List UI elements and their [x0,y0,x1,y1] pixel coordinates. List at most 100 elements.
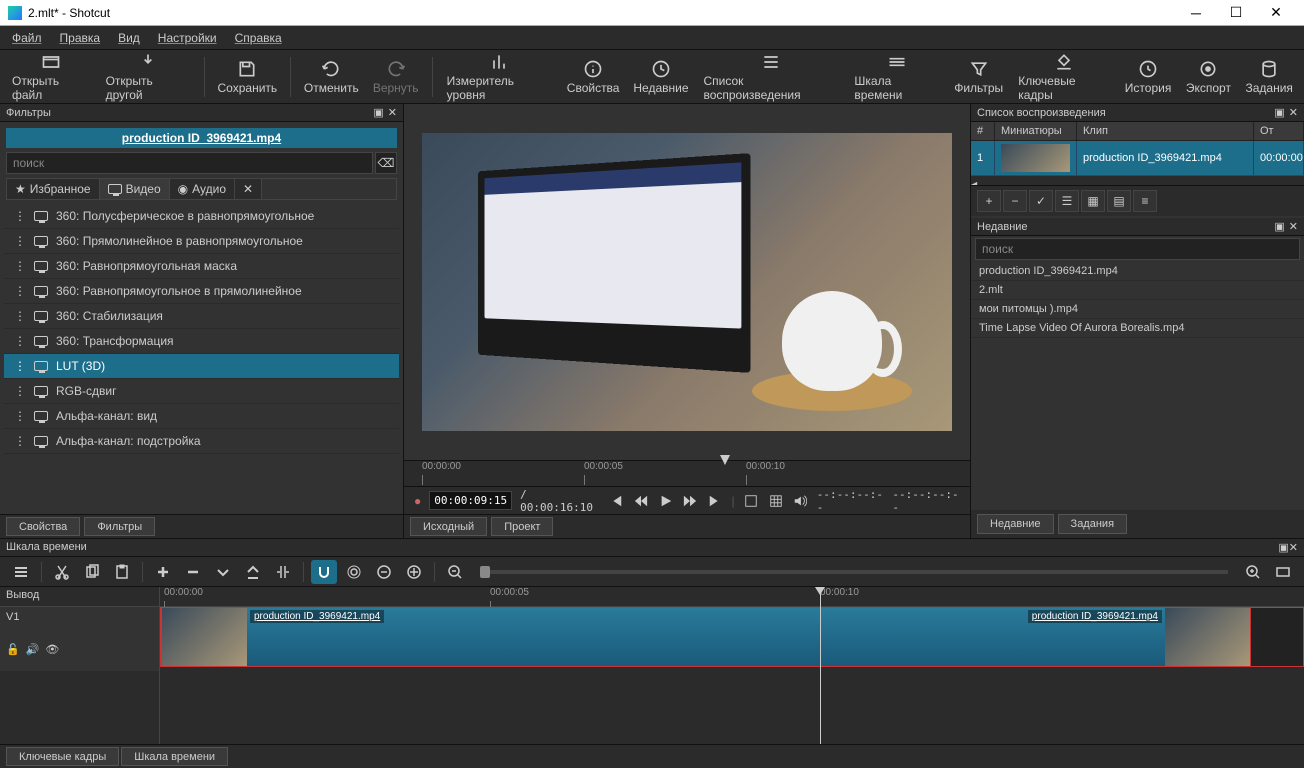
properties-tab[interactable]: Свойства [6,517,80,536]
rewind-button[interactable] [633,492,650,510]
filters-button[interactable]: Фильтры [949,57,1008,97]
open-file-button[interactable]: Открыть файл [6,50,96,104]
peak-meter-button[interactable]: Измеритель уровня [441,50,558,104]
audio-tab[interactable]: ◉ Аудио [170,179,235,199]
timeline-playhead[interactable] [820,587,821,744]
menu-file[interactable]: Файл [4,28,50,48]
recent-item[interactable]: 2.mlt [971,281,1304,300]
cut-button[interactable] [49,560,75,584]
zoom-out-button[interactable] [442,560,468,584]
mute-icon[interactable]: 🔊 [26,643,40,656]
window-minimize-button[interactable]: ─ [1176,2,1216,24]
overwrite-button[interactable] [240,560,266,584]
filter-item[interactable]: ⋮360: Трансформация [4,329,399,354]
playlist-view-icons-button[interactable]: ▤ [1107,190,1131,212]
playlist-button[interactable]: Список воспроизведения [697,50,844,104]
filter-item[interactable]: ⋮360: Равнопрямоугольная маска [4,254,399,279]
video-tab[interactable]: Видео [100,179,170,199]
panel-close-icon[interactable]: ✕ [1289,106,1298,119]
timeline-ruler[interactable]: 00:00:00 00:00:05 00:00:10 [160,587,1304,607]
filter-item[interactable]: ⋮360: Прямолинейное в равнопрямоугольное [4,229,399,254]
menu-edit[interactable]: Правка [52,28,109,48]
playlist-remove-button[interactable]: − [1003,190,1027,212]
zoom-button[interactable] [743,492,760,510]
filter-item[interactable]: ⋮Альфа-канал: вид [4,404,399,429]
zoom-slider[interactable] [480,570,1228,574]
volume-button[interactable] [792,492,809,510]
panel-close-icon[interactable]: ✕ [388,106,397,119]
window-maximize-button[interactable]: ☐ [1216,2,1256,24]
source-tab[interactable]: Исходный [410,517,487,536]
lift-button[interactable] [210,560,236,584]
filter-item[interactable]: ⋮Альфа-канал: подстройка [4,429,399,454]
filter-item[interactable]: ⋮360: Полусферическое в равнопрямоугольн… [4,204,399,229]
recent-search-input[interactable] [975,238,1300,260]
output-label[interactable]: Вывод [0,587,159,607]
redo-button[interactable]: Вернуть [368,57,424,97]
playlist-add-button[interactable]: + [977,190,1001,212]
filter-item[interactable]: ⋮360: Стабилизация [4,304,399,329]
close-filter-search-button[interactable]: ✕ [235,179,262,199]
playlist-view-details-button[interactable]: ☰ [1055,190,1079,212]
filter-item[interactable]: ⋮360: Равнопрямоугольное в прямолинейное [4,279,399,304]
filter-search-input[interactable] [6,152,373,174]
paste-button[interactable] [109,560,135,584]
video-preview[interactable] [422,133,952,431]
playlist-menu-button[interactable]: ≡ [1133,190,1157,212]
undo-button[interactable]: Отменить [299,57,364,97]
panel-undock-icon[interactable]: ▣ [1274,220,1284,233]
menu-view[interactable]: Вид [110,28,148,48]
export-button[interactable]: Экспорт [1180,57,1236,97]
save-button[interactable]: Сохранить [213,57,282,97]
timeline-button[interactable]: Шкала времени [848,50,945,104]
filter-item-selected[interactable]: ⋮LUT (3D) [4,354,399,379]
keyframes-button[interactable]: Ключевые кадры [1012,50,1115,104]
ripple-all-button[interactable] [401,560,427,584]
jobs-button[interactable]: Задания [1240,57,1298,97]
favorite-tab[interactable]: ★ Избранное [7,179,100,199]
copy-button[interactable] [79,560,105,584]
hide-icon[interactable]: 👁 [45,643,59,656]
panel-undock-icon[interactable]: ▣ [1278,542,1288,554]
zoom-in-button[interactable] [1240,560,1266,584]
panel-undock-icon[interactable]: ▣ [373,106,383,119]
menu-help[interactable]: Справка [227,28,290,48]
panel-undock-icon[interactable]: ▣ [1274,106,1284,119]
window-close-button[interactable]: ✕ [1256,2,1296,24]
playhead-icon[interactable] [720,455,730,465]
recent-item[interactable]: мои питомцы ).mp4 [971,300,1304,319]
properties-button[interactable]: Свойства [562,57,625,97]
history-button[interactable]: История [1120,57,1177,97]
snap-button[interactable] [311,560,337,584]
jobs-tab[interactable]: Задания [1058,514,1127,534]
track-header[interactable]: V1 🔓 🔊 👁 [0,607,159,671]
current-timecode[interactable]: 00:00:09:15 [429,491,512,510]
playlist-view-tiles-button[interactable]: ▦ [1081,190,1105,212]
panel-close-icon[interactable]: ✕ [1289,542,1298,554]
remove-button[interactable] [180,560,206,584]
grid-button[interactable] [767,492,784,510]
panel-close-icon[interactable]: ✕ [1289,220,1298,233]
split-button[interactable] [270,560,296,584]
timeline-tab[interactable]: Шкала времени [121,747,228,766]
project-tab[interactable]: Проект [491,517,553,536]
scrub-button[interactable] [341,560,367,584]
fastfwd-button[interactable] [682,492,699,510]
append-button[interactable] [150,560,176,584]
menu-settings[interactable]: Настройки [150,28,225,48]
recent-item[interactable]: production ID_3969421.mp4 [971,262,1304,281]
preview-ruler[interactable]: 00:00:00 00:00:05 00:00:10 [404,460,970,486]
ripple-button[interactable] [371,560,397,584]
play-button[interactable] [657,492,674,510]
playlist-row[interactable]: 1 production ID_3969421.mp4 00:00:00 [971,141,1304,175]
skip-end-button[interactable] [707,492,724,510]
timeline-menu-button[interactable] [8,560,34,584]
timeline-clip[interactable]: production ID_3969421.mp4 production ID_… [161,607,1251,667]
open-other-button[interactable]: Открыть другой [100,50,196,104]
filters-tab[interactable]: Фильтры [84,517,155,536]
filter-list[interactable]: ⋮360: Полусферическое в равнопрямоугольн… [4,204,399,514]
zoom-fit-button[interactable] [1270,560,1296,584]
lock-icon[interactable]: 🔓 [6,643,20,656]
recent-item[interactable]: Time Lapse Video Of Aurora Borealis.mp4 [971,319,1304,338]
playlist-update-button[interactable]: ✓ [1029,190,1053,212]
